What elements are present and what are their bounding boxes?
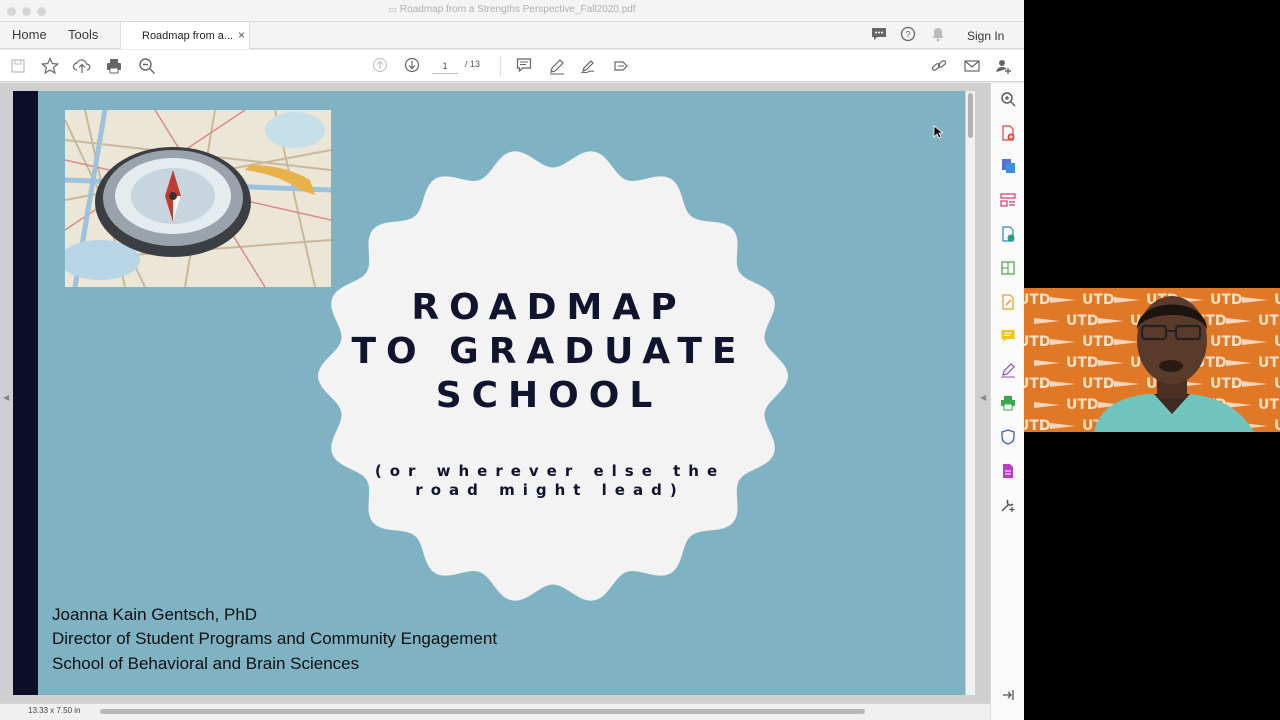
help-icon[interactable]: ?: [899, 26, 917, 46]
slide-title: ROADMAP TO GRADUATE SCHOOL: [351, 287, 747, 416]
upload-icon[interactable]: [72, 57, 91, 79]
next-page-icon[interactable]: [403, 57, 421, 77]
export-pdf-icon[interactable]: [999, 158, 1017, 176]
link-icon[interactable]: [930, 57, 948, 79]
custom-tool-icon[interactable]: [999, 497, 1017, 515]
save-icon[interactable]: [9, 58, 27, 78]
organize-pages-icon[interactable]: [999, 192, 1017, 210]
print-production-icon[interactable]: [999, 395, 1017, 413]
tools-pane: [990, 83, 1024, 720]
webcam-video: UTDUTDUTDUTDUTDUTDUTDUTDUTDUTDUTDUTDUTDU…: [1024, 288, 1280, 432]
sign-in-link[interactable]: Sign In: [967, 29, 1004, 43]
slide-subtitle: (or wherever else the road might lead): [374, 462, 726, 499]
pdf-file-icon: ▭: [388, 4, 397, 14]
right-panel-toggle-icon[interactable]: ◀: [980, 393, 986, 402]
horizontal-scroll-thumb[interactable]: [100, 709, 865, 714]
create-pdf-icon[interactable]: [999, 125, 1017, 143]
bell-icon[interactable]: [929, 26, 947, 46]
document-tab[interactable]: Roadmap from a... ×: [120, 22, 250, 49]
page-total: / 13: [465, 59, 481, 69]
window-title: ▭ Roadmap from a Strengths Perspective_Fa…: [0, 4, 1024, 15]
home-tab[interactable]: Home: [12, 27, 47, 42]
more-tools-icon[interactable]: [999, 463, 1017, 481]
fill-sign-icon[interactable]: [999, 294, 1017, 312]
vertical-scrollbar[interactable]: [966, 91, 975, 695]
left-panel-toggle-icon[interactable]: ◀: [3, 393, 9, 402]
fill-sign-pen-icon[interactable]: [999, 362, 1017, 380]
pdf-page: ROADMAP TO GRADUATE SCHOOL (or wherever …: [13, 91, 965, 695]
window-title-text: Roadmap from a Strengths Perspective_Fal…: [399, 4, 636, 15]
print-icon[interactable]: [105, 57, 123, 79]
compass-map-photo: [65, 110, 331, 287]
document-viewer[interactable]: ◀ ROADMAP TO GRADUATE SCHOOL (or whereve…: [0, 83, 990, 703]
author-title: Director of Student Programs and Communi…: [52, 629, 498, 648]
search-zoom-icon[interactable]: [999, 91, 1017, 109]
author-school: School of Behavioral and Brain Sciences: [52, 654, 360, 673]
prev-page-icon[interactable]: [371, 57, 389, 77]
author-name: Joanna Kain Gentsch, PhD: [52, 605, 258, 624]
expand-panel-icon[interactable]: [999, 688, 1017, 706]
main-toolbar: / 13: [0, 50, 1024, 82]
close-tab-button[interactable]: ×: [238, 28, 245, 42]
page-size-label: 13.33 x 7.50 in: [28, 706, 81, 715]
mouse-cursor-icon: [933, 125, 943, 139]
protect-icon[interactable]: [999, 429, 1017, 447]
edit-pdf-icon[interactable]: [999, 226, 1017, 244]
comment-tool-icon[interactable]: [999, 328, 1017, 346]
svg-text:?: ?: [905, 30, 910, 40]
presenter-figure: [1094, 296, 1254, 432]
toolbar-divider: [500, 56, 501, 76]
page-number-input[interactable]: [432, 58, 458, 74]
vertical-scroll-thumb[interactable]: [968, 93, 973, 138]
pen-icon[interactable]: [548, 57, 566, 79]
chat-icon[interactable]: [870, 27, 888, 45]
title-bar: ▭ Roadmap from a Strengths Perspective_Fa…: [0, 0, 1024, 22]
status-bar: 13.33 x 7.50 in: [0, 703, 990, 720]
slide-left-band: [13, 91, 38, 695]
add-user-icon[interactable]: [995, 57, 1013, 79]
document-tab-label: Roadmap from a...: [142, 30, 234, 42]
tools-tab[interactable]: Tools: [68, 27, 98, 42]
bookmark-star-icon[interactable]: [40, 57, 60, 79]
share-icon[interactable]: [612, 57, 630, 79]
tab-bar: Home Tools Roadmap from a... × ? Sign In: [0, 22, 1024, 49]
sign-icon[interactable]: [579, 57, 597, 79]
email-icon[interactable]: [963, 57, 981, 79]
acrobat-window: ▭ Roadmap from a Strengths Perspective_Fa…: [0, 0, 1024, 720]
comment-icon[interactable]: [515, 57, 533, 77]
combine-files-icon[interactable]: [999, 260, 1017, 278]
zoom-out-icon[interactable]: [138, 57, 156, 79]
